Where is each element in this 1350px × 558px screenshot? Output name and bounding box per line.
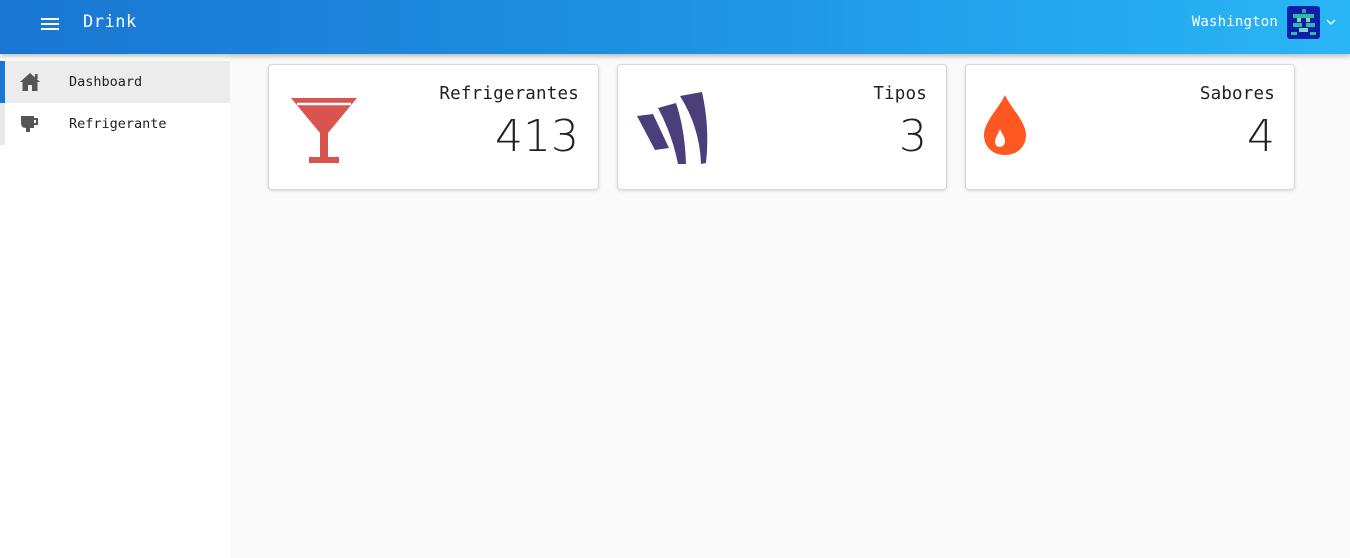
card-value: 413 (495, 111, 579, 162)
card-title: Refrigerantes (439, 84, 579, 104)
sidebar-item-label: Dashboard (69, 74, 143, 90)
sidebar-item-dashboard[interactable]: Dashboard (0, 61, 230, 103)
app-title: Drink (83, 12, 137, 32)
card-tipos: Tipos 3 (617, 64, 947, 190)
mug-icon (21, 116, 38, 132)
user-menu[interactable]: Washington (1191, 5, 1336, 39)
sidebar: Dashboard Refrigerante (0, 54, 230, 558)
card-value: 3 (899, 111, 927, 162)
menu-button[interactable] (36, 12, 64, 36)
home-icon (20, 73, 40, 91)
avatar[interactable] (1287, 5, 1320, 39)
card-value: 4 (1247, 111, 1275, 162)
stripes-logo-icon (637, 92, 708, 164)
top-app-bar: Drink Washington (0, 0, 1350, 54)
user-name: Washington (1191, 14, 1278, 30)
drop-icon (984, 95, 1026, 155)
card-sabores: Sabores 4 (965, 64, 1295, 190)
sidebar-nav: Dashboard Refrigerante (0, 61, 230, 145)
sidebar-item-label: Refrigerante (69, 116, 167, 132)
hamburger-icon (41, 18, 59, 20)
card-title: Tipos (873, 84, 927, 104)
card-title: Sabores (1199, 84, 1275, 104)
card-refrigerantes: Refrigerantes 413 (268, 64, 599, 190)
sidebar-item-refrigerante[interactable]: Refrigerante (0, 103, 230, 145)
cocktail-glass-icon (291, 98, 357, 163)
chevron-down-icon[interactable] (1326, 18, 1336, 26)
